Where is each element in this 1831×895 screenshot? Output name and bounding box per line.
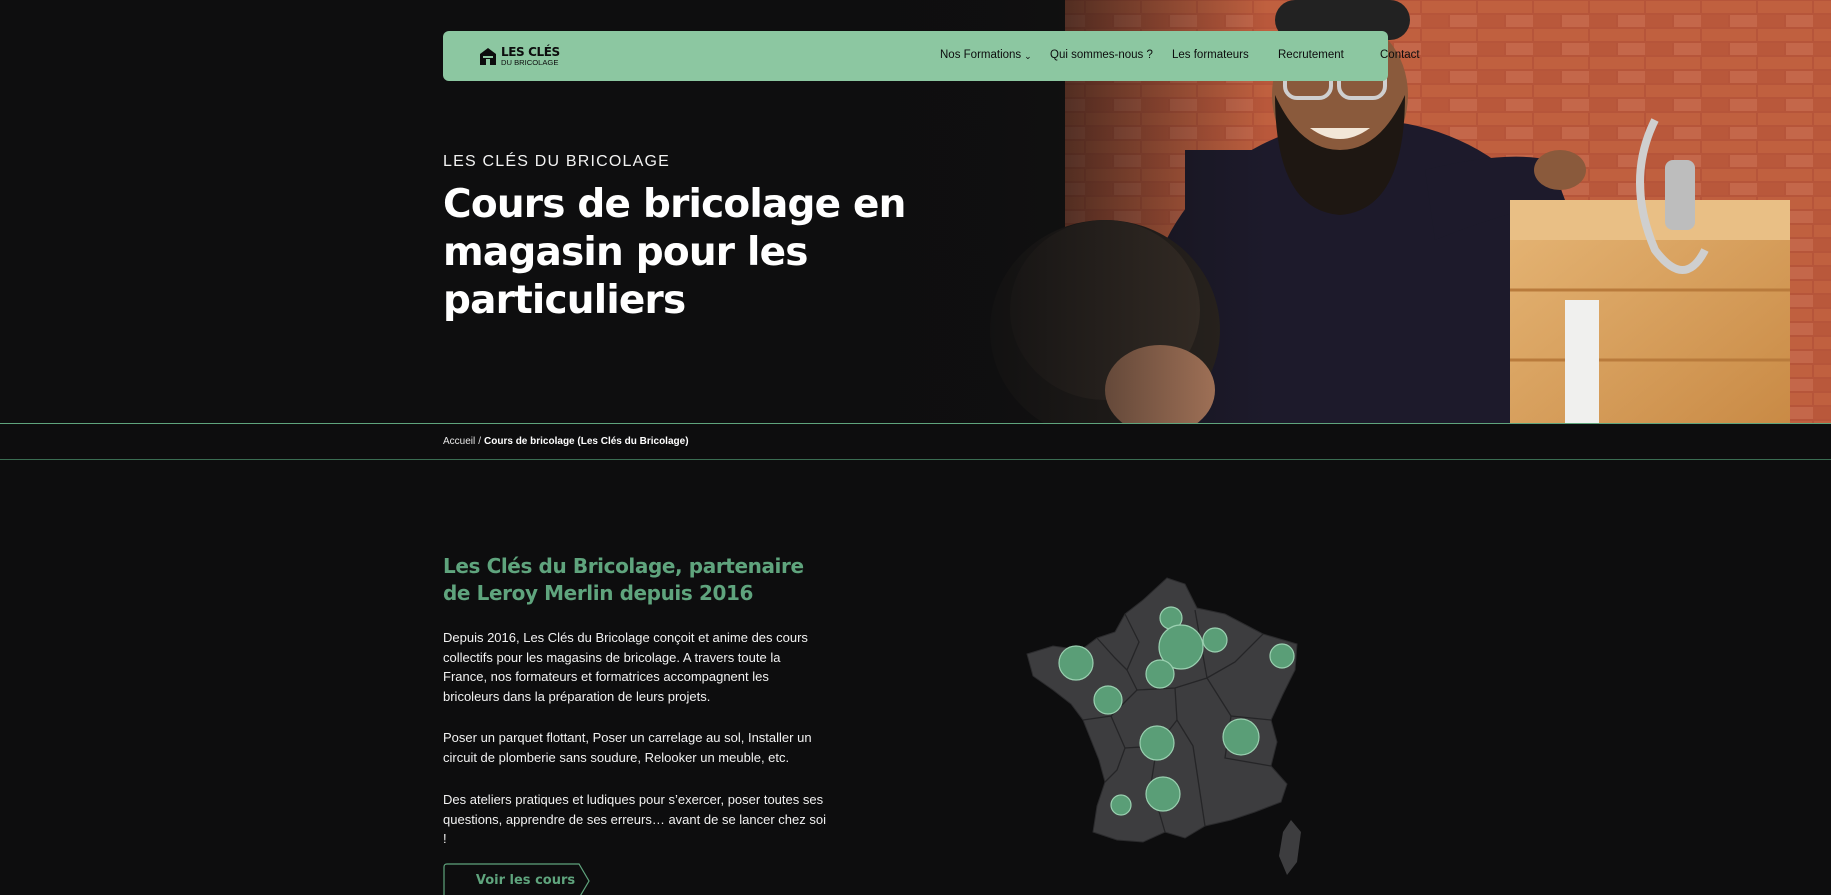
nav-item-qui-sommes-nous[interactable]: Qui sommes-nous ?: [1050, 49, 1153, 61]
nav-item-les-formateurs[interactable]: Les formateurs: [1172, 49, 1249, 61]
voir-les-cours-button[interactable]: Voir les cours: [443, 863, 621, 895]
hero-kicker: LES CLÉS DU BRICOLAGE: [443, 153, 671, 170]
nav-item-recrutement[interactable]: Recrutement: [1278, 49, 1344, 61]
main-navigation: Nos Formations ⌄ Qui sommes-nous ? Les fo…: [788, 31, 1420, 81]
breadcrumb-bar: Accueil / Cours de bricolage (Les Clés du …: [0, 423, 1831, 460]
breadcrumb-separator: /: [478, 436, 482, 447]
site-logo[interactable]: LES CLÉS DU BRICOLAGE: [479, 44, 560, 68]
logo-line1: LES CLÉS: [501, 44, 560, 59]
voir-les-cours-label: Voir les cours: [475, 873, 576, 888]
intro-paragraph-1: Depuis 2016, Les Clés du Bricolage conço…: [443, 630, 808, 704]
breadcrumb: Accueil / Cours de bricolage (Les Clés du …: [443, 436, 689, 447]
nav-item-label: Nos Formations: [940, 49, 1022, 61]
nav-item-contact[interactable]: Contact: [1380, 49, 1420, 61]
page-title: Cours de bricolage en magasin pour les p…: [443, 182, 906, 323]
section-title: Les Clés du Bricolage, partenaire de Ler…: [443, 554, 804, 605]
breadcrumb-current: Cours de bricolage (Les Clés du Bricolag…: [484, 436, 689, 447]
chevron-down-icon: ⌄: [1024, 51, 1032, 61]
breadcrumb-home-link[interactable]: Accueil: [443, 436, 475, 447]
intro-paragraph-3: Des ateliers pratiques et ludiques pour …: [443, 792, 826, 846]
hero-banner: LES CLÉS DU BRICOLAGE Nos Formations ⌄ Qu…: [0, 0, 1831, 423]
france-map-icon: [1025, 570, 1305, 885]
nav-item-nos-formations[interactable]: Nos Formations ⌄: [940, 49, 1032, 61]
intro-paragraph-2: Poser un parquet flottant, Poser un carr…: [443, 730, 812, 765]
house-key-logo-icon: [480, 48, 496, 65]
logo-line2: DU BRICOLAGE: [501, 57, 559, 67]
top-navbar: LES CLÉS DU BRICOLAGE Nos Formations ⌄ Qu…: [443, 31, 1420, 81]
